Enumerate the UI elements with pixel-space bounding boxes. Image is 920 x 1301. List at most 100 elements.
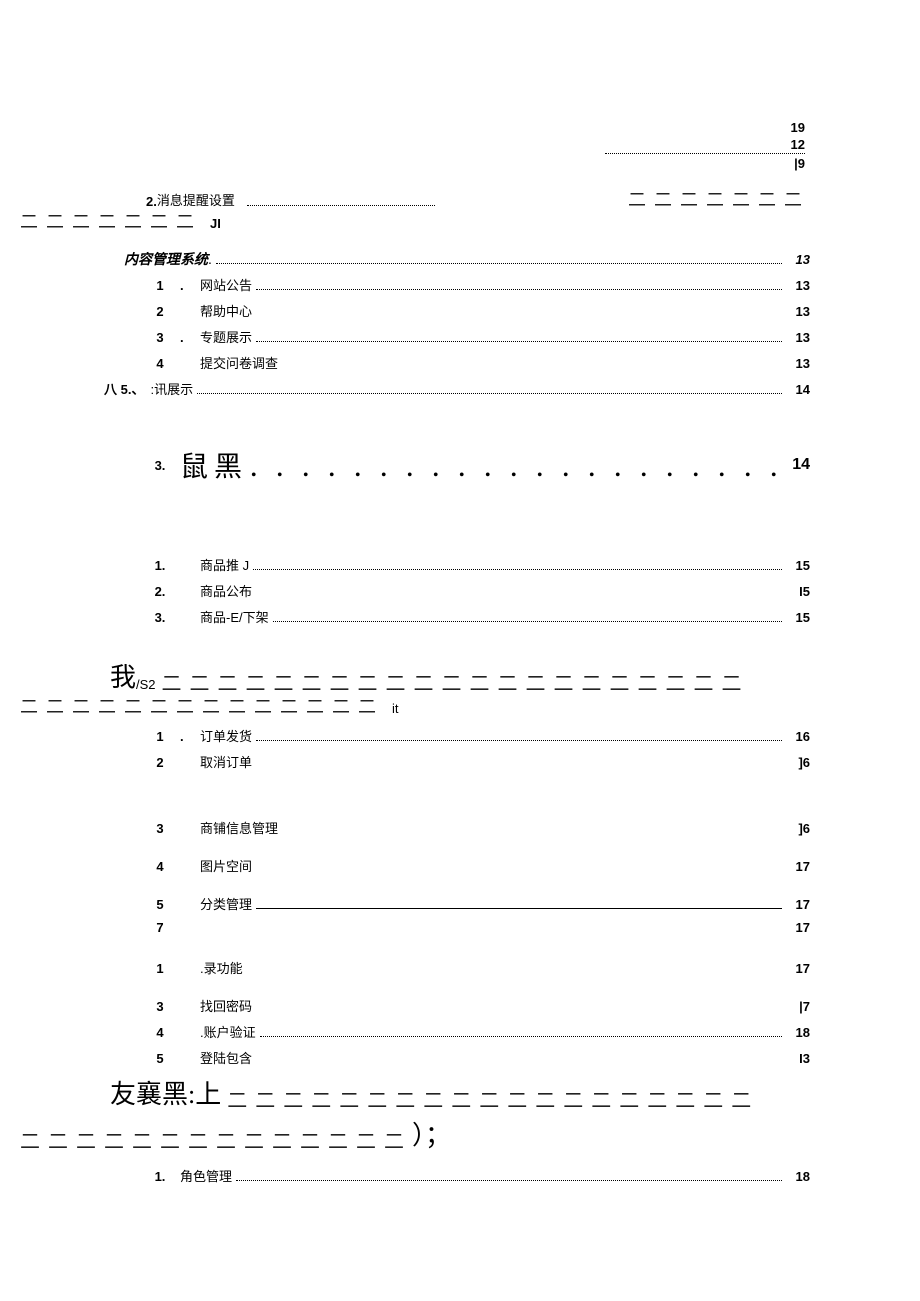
- page: 15: [786, 610, 810, 625]
- row-role: 1. 角色管理 18: [110, 1166, 810, 1186]
- row-xun: 八 5.、 :讯展示 14: [104, 379, 810, 399]
- page: 17: [786, 897, 810, 912]
- num: 1.: [140, 1169, 180, 1184]
- label: :讯展示: [150, 379, 193, 398]
- page: I5: [786, 584, 810, 599]
- dash-paren-line: 二二二二二二二二二二二二二二 ）；: [20, 1115, 810, 1152]
- page: 13: [786, 304, 810, 319]
- s2: /S2: [136, 677, 156, 692]
- dash-ji-line: 二二二二二二二 JI: [20, 213, 810, 231]
- num: 3.: [140, 610, 180, 625]
- page: 14: [786, 382, 810, 397]
- ji-suffix: JI: [210, 216, 221, 231]
- page: 13: [786, 278, 810, 293]
- num: 7: [140, 920, 180, 935]
- label: 商品-E/下架: [200, 607, 269, 626]
- page: 16: [786, 729, 810, 744]
- num: 1: [140, 729, 180, 744]
- page: 13: [786, 330, 810, 345]
- pg-19: 19: [605, 120, 805, 135]
- toc-row: 1 .录功能 17: [110, 958, 810, 978]
- label: 分类管理: [200, 894, 252, 913]
- num: 2.: [146, 194, 157, 209]
- rows1-container: 1.网站公告132帮助中心133.专题展示134提交问卷调查13: [110, 275, 810, 373]
- page-number-block: 19 12 |9: [605, 120, 805, 171]
- num: 2: [140, 304, 180, 319]
- page: ]6: [786, 821, 810, 836]
- toc-row: 3.专题展示 13: [110, 327, 810, 347]
- page: 17: [786, 961, 810, 976]
- num: 2: [140, 755, 180, 770]
- toc-row: 2 帮助中心 13: [110, 301, 810, 321]
- num: 八 5.、: [104, 379, 144, 398]
- page: 13: [786, 356, 810, 371]
- page: ]6: [786, 755, 810, 770]
- num: 3: [140, 330, 180, 345]
- label: 帮助中心: [200, 301, 252, 320]
- toc-content: 2. 消息提醒设置 二二二二二二二 二二二二二二二 JI 内容管理系统 . 13…: [110, 190, 810, 1186]
- rows4-container: 3商铺信息管理]64图片空间175分类管理177171.录功能173找回密码|7…: [110, 818, 810, 1068]
- num: 1.: [140, 558, 180, 573]
- toc-row: 1. 商品推 J 15: [110, 555, 810, 575]
- label: 找回密码: [200, 996, 252, 1015]
- row-cms: 内容管理系统 . 13: [110, 249, 810, 269]
- sep: .: [180, 278, 200, 293]
- label: .录功能: [200, 958, 243, 977]
- label: 鼠黑: [180, 445, 248, 485]
- page: 17: [786, 920, 810, 935]
- label: 图片空间: [200, 856, 252, 875]
- num: 3.: [140, 458, 180, 473]
- num: 5: [140, 897, 180, 912]
- row-shuhei: 3. 鼠黑 ．．．．．．．．．．．．．．．．．．．．．．．．．．．． 14: [110, 445, 810, 485]
- it-suffix: it: [392, 701, 399, 716]
- num: 1: [140, 961, 180, 976]
- row-msg-setting: 2. 消息提醒设置 二二二二二二二: [110, 190, 810, 209]
- page: 18: [786, 1169, 810, 1184]
- rows2-container: 1. 商品推 J 15 2. 商品公布 I5 3. 商品-E/下架 15: [110, 555, 810, 627]
- label: 提交问卷调查: [200, 353, 278, 372]
- label: 专题展示: [200, 327, 252, 346]
- label: 角色管理: [180, 1166, 232, 1185]
- label: 内容管理系统: [124, 249, 208, 269]
- row-youxiang: 友襄黑:上 二二二二二二二二二二二二二二二二二二二: [110, 1074, 810, 1111]
- page: 15: [786, 558, 810, 573]
- toc-row: 5 分类管理 17: [110, 894, 810, 914]
- num: 4: [140, 1025, 180, 1040]
- page: 17: [786, 859, 810, 874]
- page: I3: [786, 1051, 810, 1066]
- num: 4: [140, 356, 180, 371]
- label: 商品公布: [200, 581, 252, 600]
- num: 2.: [140, 584, 180, 599]
- row-wo-s2: 我 /S2 二二二二二二二二二二二二二二二二二二二二二: [110, 657, 810, 694]
- label: 商品推 J: [200, 555, 249, 574]
- num: 3: [140, 999, 180, 1014]
- toc-row: 3商铺信息管理]6: [110, 818, 810, 838]
- page: 14: [786, 456, 810, 474]
- toc-row: 4 .账户验证 18: [110, 1022, 810, 1042]
- toc-row: 3 找回密码 |7: [110, 996, 810, 1016]
- label: 订单发货: [200, 726, 252, 745]
- label: .账户验证: [200, 1022, 256, 1041]
- page: 18: [786, 1025, 810, 1040]
- label: 网站公告: [200, 275, 252, 294]
- toc-row: 2. 商品公布 I5: [110, 581, 810, 601]
- paren-suffix: ）；: [412, 1115, 451, 1152]
- sep: .: [180, 330, 200, 345]
- page: |7: [786, 999, 810, 1014]
- label: 友襄黑:上: [110, 1074, 221, 1111]
- label: 登陆包含: [200, 1048, 252, 1067]
- toc-row: 7 17: [110, 920, 810, 940]
- dash-left: 二二二二二二二: [20, 213, 202, 231]
- page: 13: [786, 252, 810, 267]
- toc-row: 1.网站公告13: [110, 275, 810, 295]
- pg-9: |9: [605, 156, 805, 171]
- toc-row: 5 登陆包含 I3: [110, 1048, 810, 1068]
- label: 商铺信息管理: [200, 818, 278, 837]
- toc-row: 4图片空间17: [110, 856, 810, 876]
- wo: 我: [110, 657, 136, 694]
- dash-right: 二二二二二二二: [628, 191, 810, 209]
- num: 5: [140, 1051, 180, 1066]
- dash-it-line: 二二二二二二二二二二二二二二 it: [20, 698, 810, 716]
- pg-12: 12: [605, 137, 805, 154]
- toc-row: 4 提交问卷调查 13: [110, 353, 810, 373]
